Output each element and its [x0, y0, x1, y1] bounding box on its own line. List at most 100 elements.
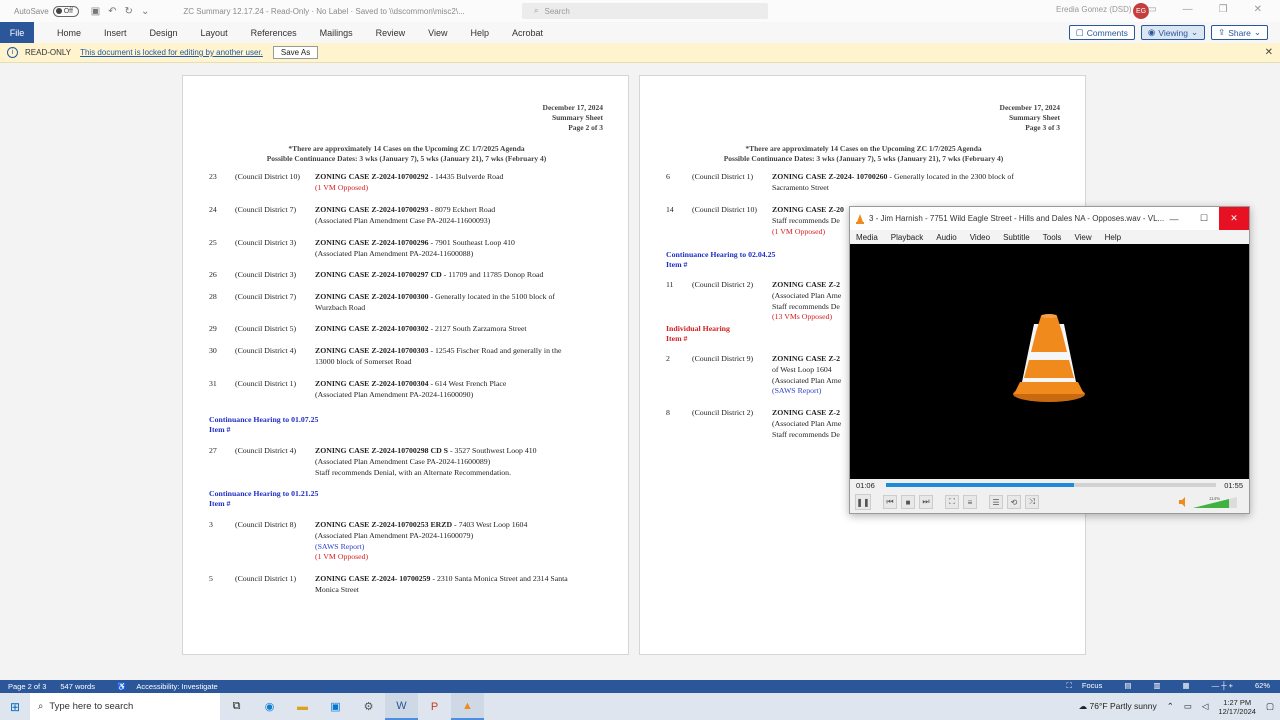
tab-file[interactable]: File — [0, 22, 34, 43]
vlc-title-bar[interactable]: 3 - Jim Harnish - 7751 Wild Eagle Street… — [850, 207, 1249, 230]
edge-icon[interactable]: ◉ — [253, 693, 286, 720]
weather-widget[interactable]: ☁ 76°F Partly sunny — [1079, 701, 1157, 712]
search-box[interactable]: ⌕ Search — [522, 3, 768, 19]
viewing-mode-button[interactable]: ◉ Viewing ⌄ — [1140, 25, 1206, 40]
shuffle-button[interactable]: ⤨ — [1025, 495, 1039, 509]
system-tray: ☁ 76°F Partly sunny ⌃ ▭ ◁ 1:27 PM 12/17/… — [1079, 693, 1274, 720]
accessibility-status[interactable]: ♿ Accessibility: Investigate — [109, 682, 218, 691]
menu-subtitle[interactable]: Subtitle — [1003, 233, 1030, 242]
user-name[interactable]: Eredia Gomez (DSD) — [1056, 5, 1132, 14]
menu-tools[interactable]: Tools — [1043, 233, 1062, 242]
eye-icon: ◉ — [1147, 27, 1156, 37]
web-layout-icon[interactable]: ▦ — [1183, 681, 1190, 691]
taskbar-search[interactable]: ⌕ Type here to search — [30, 693, 220, 720]
tab-home[interactable]: Home — [57, 28, 81, 38]
powerpoint-icon[interactable]: P — [418, 693, 451, 720]
outlook-icon[interactable]: ▣ — [319, 693, 352, 720]
close-button[interactable]: ✕ — [1219, 207, 1249, 230]
read-mode-icon[interactable]: ▤ — [1124, 681, 1131, 691]
seek-track[interactable] — [886, 483, 1216, 487]
menu-video[interactable]: Video — [970, 233, 990, 242]
redo-icon[interactable]: ↻ — [125, 6, 133, 17]
tab-insert[interactable]: Insert — [104, 28, 127, 38]
tab-mailings[interactable]: Mailings — [320, 28, 353, 38]
locked-message-link[interactable]: This document is locked for editing by a… — [80, 48, 263, 57]
menu-audio[interactable]: Audio — [936, 233, 956, 242]
tab-view[interactable]: View — [428, 28, 447, 38]
status-right: ⛶ Focus ▤ ▥ ▦ — ┼ + 62% — [1059, 681, 1270, 691]
menu-media[interactable]: Media — [856, 233, 878, 242]
clock[interactable]: 1:27 PM 12/17/2024 — [1218, 698, 1256, 716]
previous-button[interactable]: ⏮ — [883, 495, 897, 509]
tab-layout[interactable]: Layout — [201, 28, 228, 38]
comments-button[interactable]: ▢ Comments — [1068, 25, 1135, 40]
section-heading: Continuance Hearing to 02.04.25 Item # — [666, 250, 776, 269]
seek-bar[interactable]: 01:06 01:55 — [850, 479, 1249, 491]
close-icon[interactable]: ✕ — [1265, 47, 1273, 58]
fullscreen-button[interactable]: ⛶ — [945, 495, 959, 509]
start-button[interactable]: ⊞ — [0, 693, 30, 720]
network-icon[interactable]: ▭ — [1184, 701, 1192, 712]
zoom-level[interactable]: 62% — [1255, 681, 1270, 691]
maximize-icon[interactable]: ☐ — [1189, 207, 1219, 230]
section-heading: Continuance Hearing to 01.07.25 Item # — [209, 415, 319, 434]
playlist-button[interactable]: ☰ — [989, 495, 1003, 509]
share-button[interactable]: ⇪ Share ⌄ — [1211, 25, 1268, 40]
tab-references[interactable]: References — [251, 28, 297, 38]
info-icon: i — [7, 47, 18, 58]
tab-review[interactable]: Review — [376, 28, 406, 38]
zoom-slider[interactable]: — ┼ + — [1212, 681, 1233, 691]
video-area[interactable] — [850, 244, 1249, 479]
minimize-icon[interactable]: — — [1159, 207, 1189, 230]
word-icon[interactable]: W — [385, 693, 418, 720]
vlc-window-controls: — ☐ ✕ — [1159, 207, 1249, 230]
volume-slider[interactable]: 114% — [1179, 495, 1239, 509]
tab-design[interactable]: Design — [150, 28, 178, 38]
vlc-cone-logo-icon — [1013, 314, 1085, 402]
print-layout-icon[interactable]: ▥ — [1153, 681, 1160, 691]
app-icon[interactable]: ⚙ — [352, 693, 385, 720]
vlc-player-window[interactable]: 3 - Jim Harnish - 7751 Wild Eagle Street… — [849, 206, 1250, 514]
header-date: December 17, 2024 — [542, 103, 603, 112]
page-count[interactable]: Page 2 of 3 — [8, 682, 46, 691]
stop-button[interactable]: ■ — [901, 495, 915, 509]
word-count[interactable]: 547 words — [60, 682, 95, 691]
document-title[interactable]: ZC Summary 12.17.24 - Read-Only · No Lab… — [183, 7, 464, 16]
tab-help[interactable]: Help — [471, 28, 490, 38]
vlc-menu-bar: Media Playback Audio Video Subtitle Tool… — [850, 230, 1249, 244]
menu-playback[interactable]: Playback — [891, 233, 923, 242]
next-button[interactable]: ⏭ — [919, 495, 933, 509]
undo-icon[interactable]: ↶ — [108, 6, 116, 17]
ribbon-display-icon[interactable]: ▭ — [1147, 4, 1156, 15]
document-page-2[interactable]: December 17, 2024 Summary Sheet Page 2 o… — [182, 75, 629, 655]
loop-button[interactable]: ⟲ — [1007, 495, 1021, 509]
extended-settings-button[interactable]: ≡ — [963, 495, 977, 509]
task-view-icon[interactable]: ⧉ — [220, 693, 253, 720]
close-icon[interactable]: ✕ — [1254, 4, 1262, 15]
comment-icon: ▢ — [1075, 27, 1084, 37]
autosave-label: AutoSave — [14, 6, 49, 16]
save-icon[interactable]: ▣ — [91, 6, 100, 17]
section-heading: Individual Hearing Item # — [666, 324, 730, 343]
autosave-control[interactable]: AutoSave Off — [14, 5, 79, 17]
header-sheet: Summary Sheet — [1008, 113, 1060, 122]
tab-acrobat[interactable]: Acrobat — [512, 28, 543, 38]
speaker-icon — [1179, 497, 1185, 507]
volume-icon[interactable]: ◁ — [1202, 701, 1209, 712]
notification-icon[interactable]: ▢ — [1266, 701, 1274, 712]
menu-help[interactable]: Help — [1105, 233, 1121, 242]
customize-icon[interactable]: ⌄ — [141, 6, 149, 17]
vlc-cone-icon — [856, 213, 864, 224]
windows-taskbar: ⊞ ⌕ Type here to search ⧉ ◉ ▬ ▣ ⚙ W P ▲ … — [0, 693, 1280, 720]
focus-button[interactable]: ⛶ Focus — [1067, 681, 1103, 691]
minimize-icon[interactable]: — — [1183, 4, 1193, 15]
save-as-button[interactable]: Save As — [272, 46, 319, 59]
header-sheet: Summary Sheet — [551, 113, 603, 122]
maximize-icon[interactable]: ❐ — [1219, 4, 1228, 15]
autosave-toggle[interactable]: Off — [52, 5, 79, 17]
file-explorer-icon[interactable]: ▬ — [286, 693, 319, 720]
pause-button[interactable]: ❚❚ — [855, 494, 871, 510]
menu-view[interactable]: View — [1074, 233, 1091, 242]
vlc-icon[interactable]: ▲ — [451, 693, 484, 720]
tray-overflow-icon[interactable]: ⌃ — [1167, 701, 1174, 712]
